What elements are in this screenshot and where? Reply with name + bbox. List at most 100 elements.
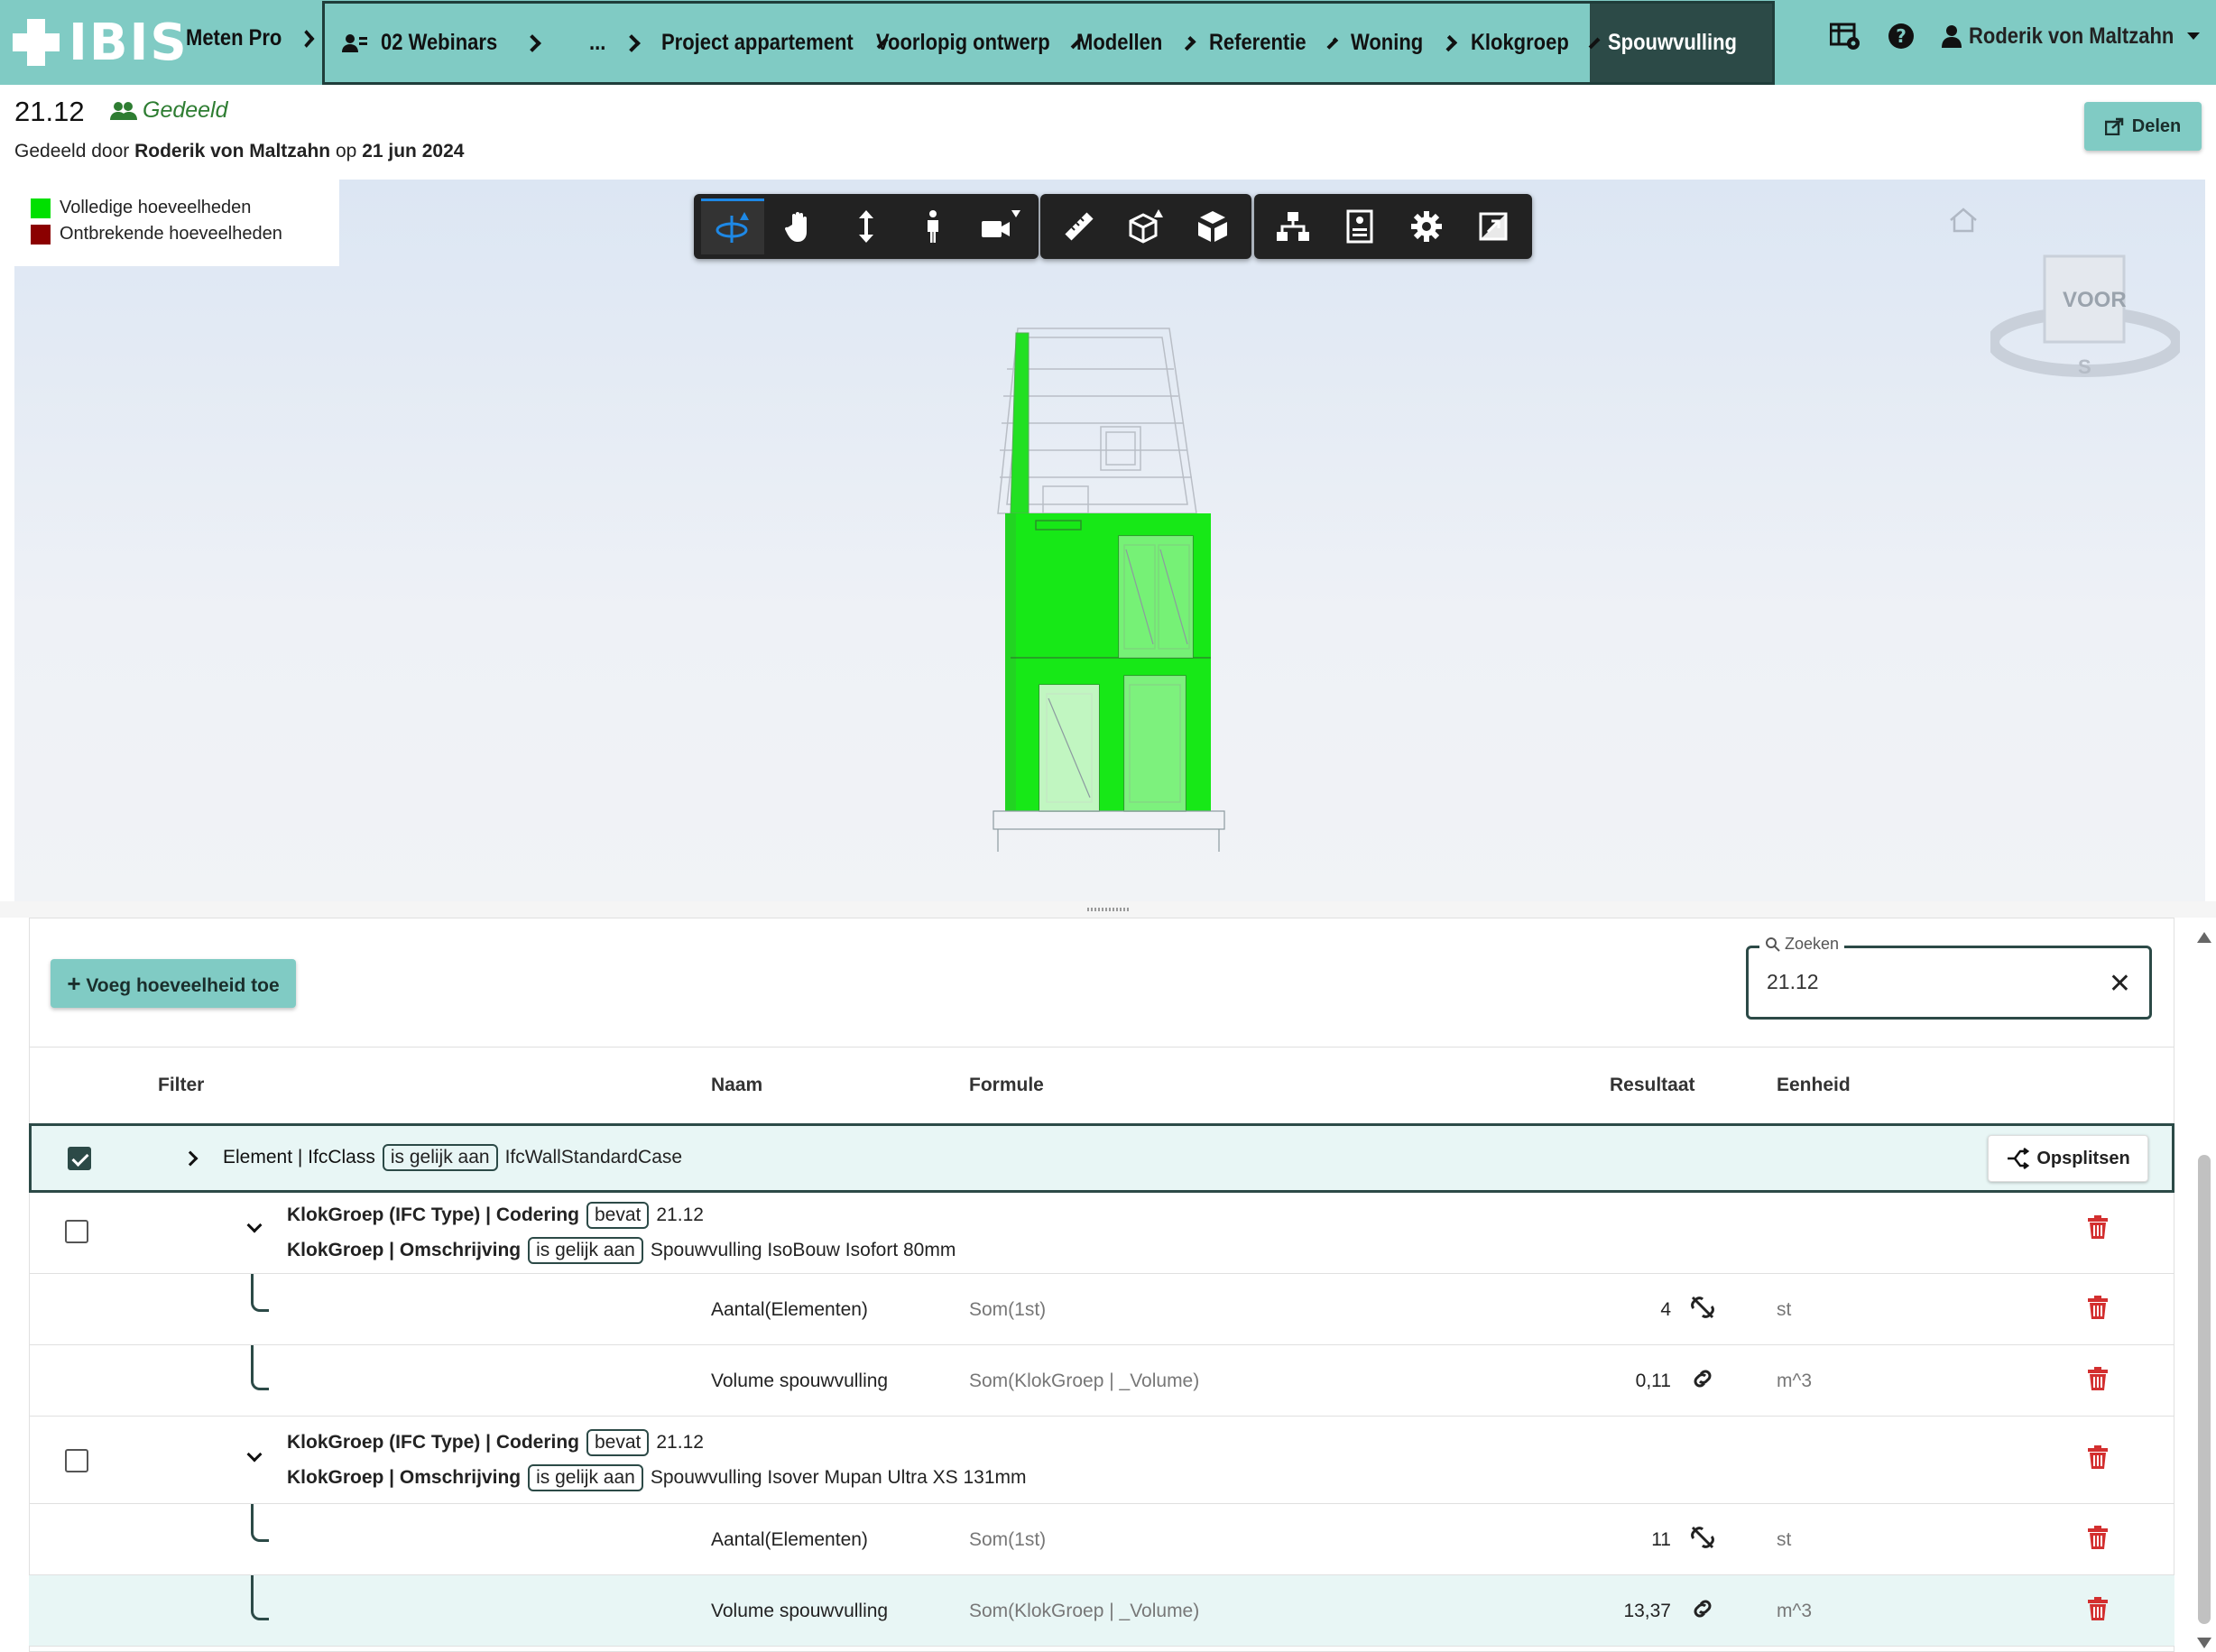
quantity-formula: Som(1st) — [969, 1299, 1047, 1320]
delete-icon[interactable] — [2088, 1597, 2108, 1620]
split-icon — [2008, 1148, 2030, 1169]
home-icon[interactable] — [1948, 207, 1979, 234]
search-input[interactable]: 21.12 — [1767, 970, 1819, 994]
subgroup-row[interactable]: KlokGroep (IFC Type) | Codering bevat 21.1… — [29, 1193, 2174, 1274]
breadcrumb-label: 02 Webinars — [381, 30, 498, 55]
condition-field: KlokGroep | Omschrijving — [287, 1240, 522, 1260]
orbit-tool[interactable] — [701, 198, 764, 254]
delete-icon[interactable] — [2088, 1367, 2108, 1390]
condition-operator: bevat — [586, 1429, 650, 1456]
caret-down-icon — [2187, 32, 2200, 40]
delete-icon[interactable] — [2088, 1445, 2108, 1469]
measure-tool[interactable] — [1048, 198, 1111, 254]
condition-field: KlokGroep (IFC Type) | Codering — [287, 1204, 579, 1225]
shared-status: Gedeeld — [110, 97, 228, 124]
group-condition: Element | IfcClass is gelijk aan IfcWallSt… — [223, 1144, 682, 1171]
filter-group-row[interactable]: Element | IfcClass is gelijk aan IfcWallSt… — [29, 1123, 2174, 1193]
breadcrumb-item-ellipsis[interactable]: ... — [539, 4, 645, 82]
breadcrumb-active-label: Spouwvulling — [1607, 30, 1737, 55]
settings-icon — [1411, 211, 1442, 242]
collapse-chevron-icon[interactable] — [246, 1446, 263, 1463]
panel-resize-handle[interactable] — [0, 901, 2216, 918]
view-cube[interactable]: VOOR S — [1987, 252, 2184, 387]
delete-icon[interactable] — [2088, 1296, 2108, 1319]
logo-cross-icon — [13, 19, 60, 66]
logo-text: IBIS — [69, 13, 189, 72]
tree-connector — [251, 1575, 269, 1620]
fullscreen-tool[interactable] — [1462, 198, 1525, 254]
subgroup-checkbox[interactable] — [65, 1449, 88, 1472]
ibis-logo[interactable]: IBIS — [13, 13, 189, 72]
shared-by-name: Roderik von Maltzahn — [134, 141, 331, 162]
section-tool[interactable] — [1114, 198, 1177, 254]
breadcrumb-item-project[interactable]: Project appartement — [645, 4, 889, 82]
quantity-row[interactable]: Aantal(Elementen) Som(1st) 11 st — [29, 1504, 2174, 1575]
explode-tool[interactable] — [1181, 198, 1244, 254]
breadcrumb-label: Project appartement — [660, 30, 854, 55]
panel-scrollbar[interactable] — [2191, 929, 2216, 1651]
walk-tool[interactable] — [901, 198, 965, 254]
pan-tool[interactable] — [768, 198, 831, 254]
model-toolbar — [1040, 194, 1251, 259]
share-button[interactable]: Delen — [2084, 102, 2202, 151]
subgroup-condition-2: KlokGroep | Omschrijving is gelijk aan Spo… — [287, 1464, 1027, 1491]
split-button[interactable]: Opsplitsen — [1988, 1135, 2148, 1182]
link-icon[interactable] — [1689, 1367, 1716, 1390]
breadcrumb-item-woning[interactable]: Woning — [1334, 4, 1457, 82]
building-model — [993, 328, 1225, 852]
breadcrumb: 02 Webinars ... Project appartement Voor… — [322, 1, 1775, 85]
breadcrumb-item-klokgroep[interactable]: Klokgroep — [1454, 4, 1601, 82]
unlink-icon[interactable] — [1689, 1526, 1716, 1549]
table-settings-icon[interactable] — [1829, 22, 1861, 51]
share-button-label: Delen — [2131, 115, 2182, 136]
app-name: Meten Pro — [186, 25, 282, 51]
column-formula: Formule — [969, 1075, 1044, 1095]
breadcrumb-item-active: Spouwvulling — [1589, 4, 1772, 82]
quantity-result: 4 — [1660, 1299, 1671, 1320]
quantity-row[interactable]: Aantal(Elementen) Som(1st) 4 st — [29, 1274, 2174, 1345]
shared-by-line: Gedeeld door Roderik von Maltzahn op 21 … — [14, 141, 464, 162]
search-icon — [1766, 937, 1780, 952]
clear-search-icon[interactable]: ✕ — [2109, 968, 2131, 1000]
delete-icon[interactable] — [2088, 1526, 2108, 1549]
properties-tool[interactable] — [1328, 198, 1391, 254]
delete-icon[interactable] — [2088, 1215, 2108, 1239]
model-tree-tool[interactable] — [1261, 198, 1325, 254]
condition-value: IfcWallStandardCase — [504, 1147, 683, 1167]
unlink-icon[interactable] — [1689, 1296, 1716, 1319]
settings-tool[interactable] — [1395, 198, 1458, 254]
expand-chevron-icon[interactable] — [182, 1150, 199, 1167]
subgroup-checkbox[interactable] — [65, 1220, 88, 1243]
quantity-formula: Som(KlokGroep | _Volume) — [969, 1371, 1200, 1391]
zoom-tool[interactable] — [835, 198, 898, 254]
search-label: Zoeken — [1759, 935, 1845, 954]
legend-swatch — [31, 198, 51, 218]
user-menu[interactable]: Roderik von Maltzahn — [1941, 23, 2200, 50]
help-icon[interactable]: ? — [1888, 23, 1915, 50]
group-checkbox[interactable] — [68, 1147, 91, 1170]
condition-value: Spouwvulling IsoBouw Isofort 80mm — [650, 1240, 956, 1260]
quantity-row[interactable]: Volume spouwvulling Som(KlokGroep | _Vol… — [29, 1575, 2174, 1647]
collapse-chevron-icon[interactable] — [246, 1217, 263, 1233]
condition-operator: is gelijk aan — [382, 1144, 498, 1171]
camera-tool[interactable] — [968, 198, 1031, 254]
app-name-link[interactable]: Meten Pro — [186, 25, 315, 51]
subgroup-condition-1: KlokGroep (IFC Type) | Codering bevat 21.1… — [287, 1429, 704, 1456]
scroll-up-icon[interactable] — [2197, 932, 2211, 943]
quantity-row[interactable]: Volume spouwvulling Som(KlokGroep | _Vol… — [29, 1345, 2174, 1417]
scroll-down-icon[interactable] — [2197, 1638, 2211, 1648]
link-icon[interactable] — [1689, 1597, 1716, 1620]
search-field[interactable]: Zoeken 21.12 ✕ — [1746, 935, 2152, 1020]
breadcrumb-item-referentie[interactable]: Referentie — [1193, 4, 1338, 82]
model-viewer[interactable]: Volledige hoeveelheden Ontbrekende hoeve… — [14, 180, 2205, 901]
subgroup-row[interactable]: KlokGroep (IFC Type) | Codering bevat 21.1… — [29, 1417, 2174, 1504]
add-quantity-button[interactable]: + Voeg hoeveelheid toe — [51, 959, 296, 1008]
plus-icon: + — [67, 969, 81, 997]
tree-connector — [251, 1345, 269, 1390]
breadcrumb-item-modellen[interactable]: Modellen — [1060, 4, 1196, 82]
breadcrumb-label: Klokgroep — [1470, 30, 1569, 55]
quantity-result: 0,11 — [1635, 1371, 1671, 1391]
scrollbar-thumb[interactable] — [2198, 1155, 2211, 1624]
breadcrumb-item-webinars[interactable]: 02 Webinars — [325, 4, 541, 82]
breadcrumb-item-ontwerp[interactable]: Voorlopig ontwerp — [860, 4, 1083, 82]
